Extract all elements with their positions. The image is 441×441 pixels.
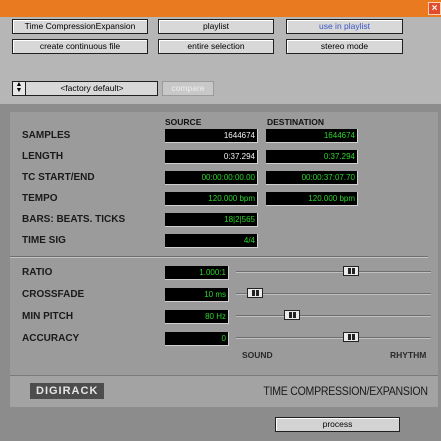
source-tempo-field[interactable]: 120.000 bpm [165,192,258,206]
section-divider [10,256,428,258]
source-tc-field[interactable]: 00:00:00:00.00 [165,171,258,185]
accuracy-slider-track[interactable] [236,337,431,339]
rhythm-scale-label: RHYTHM [390,350,427,360]
preset-selector[interactable]: ▲ ▼ <factory default> [12,81,158,96]
plugin-header: Time CompressionExpansion playlist use i… [0,17,441,103]
process-button[interactable]: process [275,417,400,432]
plugin-panel: SOURCE DESTINATION SAMPLES 1644674 16446… [0,104,441,441]
crossfade-slider-thumb[interactable] [246,288,263,298]
digirack-logo: DIGIRACK [30,383,105,399]
sound-scale-label: SOUND [242,350,273,360]
length-label: LENGTH [22,151,64,162]
crossfade-field[interactable]: 10 ms [165,288,229,302]
entire-selection-button[interactable]: entire selection [158,39,274,54]
use-in-playlist-button[interactable]: use in playlist [286,19,403,34]
destination-tempo-field[interactable]: 120.000 bpm [266,192,358,206]
accuracy-field[interactable]: 0 [165,332,229,346]
close-button[interactable]: × [428,2,441,15]
bars-beats-ticks-label: BARS: BEATS. TICKS [22,214,126,225]
destination-length-field[interactable]: 0:37.294 [266,150,358,164]
min-pitch-field[interactable]: 80 Hz [165,310,229,324]
brand-strip: DIGIRACK TIME COMPRESSION/EXPANSION [10,375,438,407]
crossfade-label: CROSSFADE [22,289,85,300]
destination-column-header: DESTINATION [267,117,324,127]
plugin-selector-button[interactable]: Time CompressionExpansion [12,19,148,34]
ratio-label: RATIO [22,267,53,278]
ratio-slider-track[interactable] [236,271,431,273]
time-sig-label: TIME SIG [22,235,66,246]
ratio-field[interactable]: 1.000:1 [165,266,229,280]
time-sig-field[interactable]: 4/4 [165,234,258,248]
ratio-slider-thumb[interactable] [343,266,360,276]
destination-samples-field[interactable]: 1644674 [266,129,358,143]
title-bar[interactable]: × [0,0,441,17]
tempo-label: TEMPO [22,193,58,204]
create-continuous-file-button[interactable]: create continuous file [12,39,148,54]
plugin-window: × Time CompressionExpansion playlist use… [0,0,441,441]
tc-start-end-label: TC START/END [22,172,95,183]
accuracy-slider-thumb[interactable] [343,332,360,342]
crossfade-slider-track[interactable] [236,293,431,295]
playlist-button[interactable]: playlist [158,19,274,34]
min-pitch-slider-track[interactable] [236,315,431,317]
preset-arrows-icon[interactable]: ▲ ▼ [13,81,26,95]
accuracy-label: ACCURACY [22,333,80,344]
plugin-title: TIME COMPRESSION/EXPANSION [263,384,429,398]
destination-tc-field[interactable]: 00:00:37:07.70 [266,171,358,185]
source-samples-field: 1644674 [165,129,258,143]
min-pitch-label: MIN PITCH [22,311,74,322]
preset-name: <factory default> [60,83,124,93]
stereo-mode-button[interactable]: stereo mode [286,39,403,54]
source-length-field: 0:37.294 [165,150,258,164]
min-pitch-slider-thumb[interactable] [284,310,301,320]
source-column-header: SOURCE [165,117,202,127]
compare-button[interactable]: compare [162,81,214,96]
samples-label: SAMPLES [22,130,71,141]
bars-beats-ticks-field[interactable]: 18|2|565 [165,213,258,227]
